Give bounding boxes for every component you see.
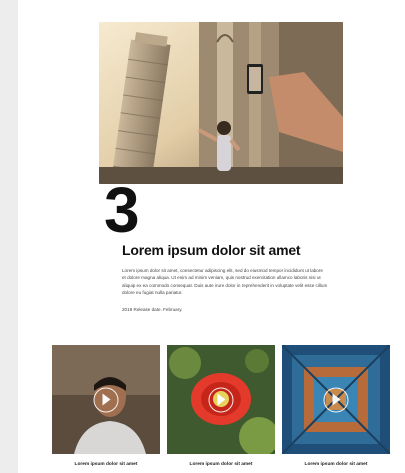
release-date: 2019 Release date. February. [122,307,183,312]
feature-headline: Lorem ipsum dolor sit amet [122,242,301,258]
play-icon[interactable] [93,387,119,412]
play-icon[interactable] [208,387,234,412]
thumbnail-caption[interactable]: Lorem ipsum dolor sit amet [282,462,390,467]
feature-number: 3 [104,174,140,246]
play-icon[interactable] [323,387,349,412]
thumbnail-caption[interactable]: Lorem ipsum dolor sit amet [52,462,160,467]
video-thumbnail-architecture[interactable] [282,345,390,454]
video-thumbnail-flower[interactable] [167,345,275,454]
video-thumbnail-portrait[interactable] [52,345,160,454]
thumbnail-caption[interactable]: Lorem ipsum dolor sit amet [167,462,275,467]
page: 3 Lorem ipsum dolor sit amet Lorem ipsum… [18,0,405,473]
hero-image [99,22,343,184]
feature-body: Lorem ipsum dolor sit amet, consectetur … [122,268,328,296]
